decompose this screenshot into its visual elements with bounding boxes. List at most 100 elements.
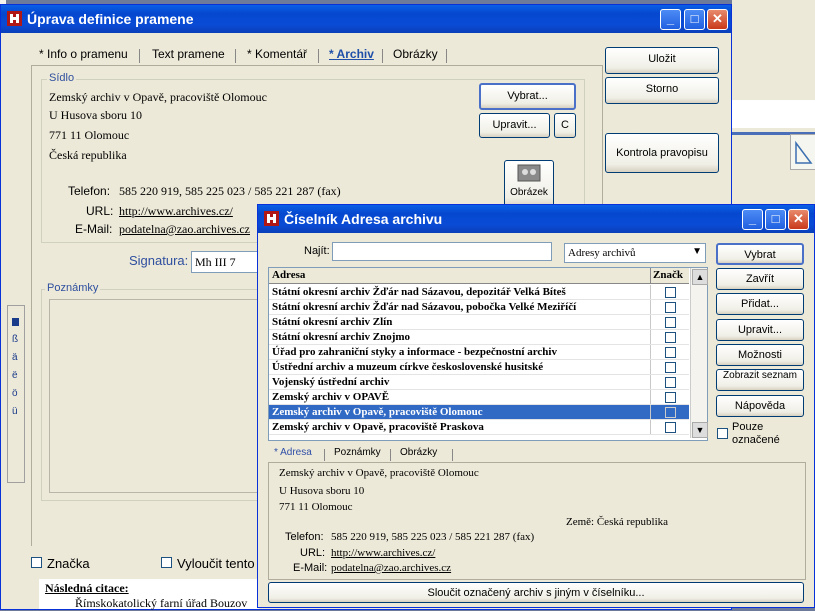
dialog-title: Číselník Adresa archivu (284, 211, 443, 227)
list-item-label: Státní okresní archiv Žďár nad Sázavou, … (272, 301, 577, 313)
char-a-umlaut[interactable]: ä (12, 352, 18, 363)
list-item[interactable]: Státní okresní archiv Zlín (269, 315, 689, 330)
main-title: Úprava definice pramene (27, 11, 194, 27)
scroll-down-icon[interactable]: ▼ (692, 422, 708, 438)
list-item[interactable]: Státní okresní archiv Žďár nad Sázavou, … (269, 285, 689, 300)
list-item[interactable]: Zemský archiv v Opavě, pracoviště Prasko… (269, 420, 689, 435)
list-item-checkbox[interactable] (665, 317, 676, 328)
detail-phone-value: 585 220 919, 585 225 023 / 585 221 287 (… (331, 531, 535, 543)
char-sz[interactable]: ß (12, 334, 18, 345)
dialog-maximize-button[interactable]: □ (765, 209, 786, 230)
list-item-label: Ústřední archiv a muzeum církve českoslo… (272, 361, 544, 373)
tab-images[interactable]: Obrázky (393, 47, 438, 61)
list-item-checkbox[interactable] (665, 332, 676, 343)
tab-comment[interactable]: * Komentář (247, 47, 307, 61)
list-rows: Státní okresní archiv Žďár nad Sázavou, … (269, 285, 689, 437)
filter-select[interactable]: Adresy archivů ▼ (564, 243, 706, 263)
tab-info[interactable]: * Info o pramenu (39, 47, 128, 61)
list-item-checkbox[interactable] (665, 302, 676, 313)
dialog-options-button[interactable]: Možnosti (716, 344, 804, 366)
list-item-checkbox[interactable] (665, 407, 676, 418)
dialog-help-button[interactable]: Nápověda (716, 395, 804, 417)
list-scrollbar[interactable]: ▲ ▼ (690, 268, 708, 438)
tab-notes[interactable]: Poznámky (334, 447, 381, 458)
image-button[interactable]: Obrázek (504, 160, 554, 208)
list-item[interactable]: Státní okresní archiv Znojmo (269, 330, 689, 345)
detail-email-link[interactable]: podatelna@zao.archives.cz (331, 562, 451, 574)
dialog-edit-button[interactable]: Upravit... (716, 319, 804, 341)
group-notes-label: Poznámky (45, 282, 101, 294)
close-button[interactable]: ✕ (707, 9, 728, 30)
archive-address-dialog: Číselník Adresa archivu _ □ ✕ Najít: Adr… (257, 204, 815, 608)
exclude-checkbox-label: Vyloučit tento p (177, 556, 266, 571)
exclude-checkbox[interactable] (161, 557, 172, 568)
merge-archive-button[interactable]: Sloučit označený archiv s jiným v číseln… (268, 582, 804, 603)
edit-address-button[interactable]: Upravit... (479, 113, 550, 138)
url-link[interactable]: http://www.archives.cz/ (119, 204, 233, 219)
list-item-checkbox[interactable] (665, 377, 676, 388)
only-marked-checkbox[interactable] (717, 428, 728, 439)
detail-url-link[interactable]: http://www.archives.cz/ (331, 547, 435, 559)
dialog-select-button[interactable]: Vybrat (716, 243, 804, 265)
list-item[interactable]: Státní okresní archiv Žďár nad Sázavou, … (269, 300, 689, 315)
scroll-up-icon[interactable]: ▲ (692, 269, 708, 285)
list-item-checkbox[interactable] (665, 392, 676, 403)
address-line-4: Česká republika (49, 148, 127, 162)
signature-label: Signatura: (129, 253, 189, 268)
list-item[interactable]: Zemský archiv v Opavě, pracoviště Olomou… (269, 405, 689, 420)
dialog-close-button[interactable]: ✕ (788, 209, 809, 230)
app-icon (7, 11, 22, 26)
dialog-minimize-button[interactable]: _ (742, 209, 763, 230)
detail-address-3: 771 11 Olomouc (279, 501, 353, 513)
dialog-tabs: * Adresa Poznámky Obrázky (274, 447, 474, 463)
char-o-umlaut[interactable]: ö (12, 388, 18, 399)
citation-heading: Následná citace: (45, 581, 129, 595)
clear-address-button[interactable]: C (554, 113, 576, 138)
tab-text[interactable]: Text pramene (152, 47, 225, 61)
list-item[interactable]: Zemský archiv v OPAVĚ (269, 390, 689, 405)
column-address[interactable]: Adresa (272, 269, 305, 281)
dialog-add-button[interactable]: Přidat... (716, 293, 804, 315)
list-item-checkbox[interactable] (665, 287, 676, 298)
cancel-button[interactable]: Storno (605, 77, 719, 104)
filter-value: Adresy archivů (568, 247, 636, 259)
spell-check-button[interactable]: Kontrola pravopisu (605, 133, 719, 173)
dialog-titlebar: Číselník Adresa archivu _ □ ✕ (258, 205, 814, 233)
signature-input[interactable]: Mh III 7 (191, 251, 261, 273)
list-item-checkbox[interactable] (665, 422, 676, 433)
char-e-umlaut[interactable]: ë (12, 370, 18, 381)
background-window-right (732, 0, 815, 204)
char-u-umlaut[interactable]: ü (12, 406, 18, 417)
tab-archive[interactable]: * Archiv (329, 47, 374, 61)
list-item-label: Státní okresní archiv Znojmo (272, 331, 411, 343)
detail-address-2: U Husova sboru 10 (279, 485, 365, 497)
list-item[interactable]: Ústřední archiv a muzeum církve českoslo… (269, 360, 689, 375)
email-link[interactable]: podatelna@zao.archives.cz (119, 222, 250, 237)
triangle-tool-icon[interactable] (790, 134, 815, 170)
save-button[interactable]: Uložit (605, 47, 719, 74)
list-item[interactable]: Úřad pro zahraniční styky a informace - … (269, 345, 689, 360)
list-item[interactable]: Vojenský ústřední archiv (269, 375, 689, 390)
mark-checkbox[interactable] (31, 557, 42, 568)
address-line-2: U Husova sboru 10 (49, 108, 142, 122)
tab-address[interactable]: * Adresa (274, 447, 312, 458)
select-address-button[interactable]: Vybrat... (479, 83, 576, 110)
detail-url-label: URL: (300, 547, 326, 559)
tab-dialog-images[interactable]: Obrázky (400, 447, 437, 458)
dialog-show-list-button[interactable]: Zobrazit seznam (716, 369, 804, 391)
list-item-checkbox[interactable] (665, 347, 676, 358)
find-input[interactable] (332, 242, 552, 261)
minimize-button[interactable]: _ (660, 9, 681, 30)
maximize-button[interactable]: □ (684, 9, 705, 30)
detail-country: Země: Česká republika (566, 516, 669, 528)
address-line-1: Zemský archiv v Opavě, pracoviště Olomou… (49, 90, 267, 104)
list-item-checkbox[interactable] (665, 362, 676, 373)
notes-textarea[interactable] (49, 299, 263, 493)
detail-panel: Zemský archiv v Opavě, pracoviště Olomou… (268, 462, 806, 580)
detail-phone-label: Telefon: (285, 531, 324, 543)
dialog-close-list-button[interactable]: Zavřít (716, 268, 804, 290)
column-mark[interactable]: Značk (653, 269, 683, 281)
mark-checkbox-label: Značka (47, 556, 90, 571)
dialog-app-icon (264, 211, 279, 226)
list-item-label: Státní okresní archiv Zlín (272, 316, 393, 328)
